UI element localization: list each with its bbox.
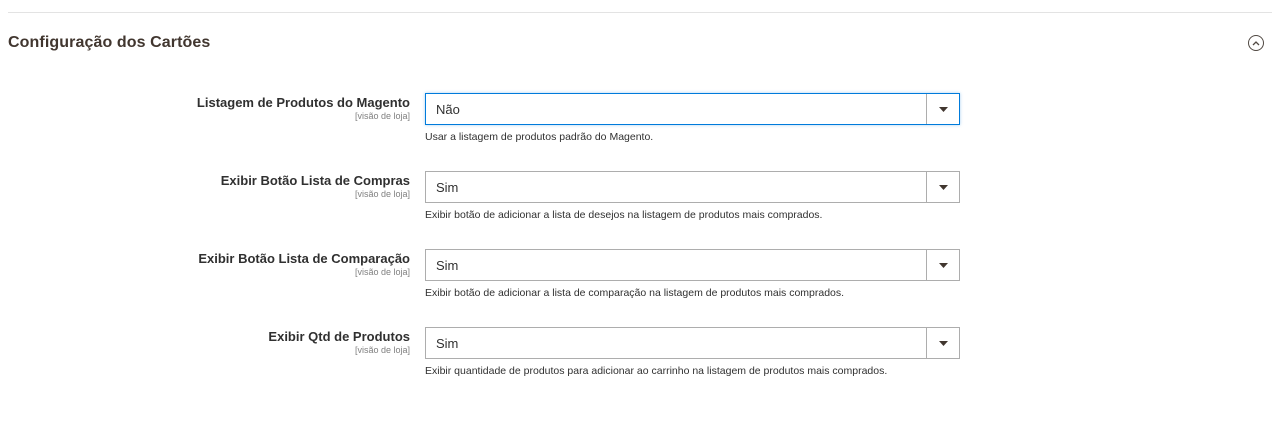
field-label-group: Listagem de Produtos do Magento [visão d…	[0, 95, 410, 122]
select-value: Sim	[436, 180, 459, 195]
botao-lista-compras-select[interactable]: Sim	[425, 171, 960, 203]
field-label: Exibir Botão Lista de Comparação	[198, 251, 410, 266]
listagem-produtos-select[interactable]: Não	[425, 93, 960, 125]
section-header[interactable]: Configuração dos Cartões	[8, 32, 1272, 58]
field-label-group: Exibir Botão Lista de Compras [visão de …	[0, 173, 410, 200]
select-value: Sim	[436, 258, 459, 273]
dropdown-arrow-icon[interactable]	[926, 172, 959, 202]
field-note: Exibir botão de adicionar a lista de des…	[425, 209, 823, 221]
select-value: Não	[436, 102, 460, 117]
field-scope: [visão de loja]	[354, 345, 410, 355]
section-title[interactable]: Configuração dos Cartões	[8, 34, 210, 52]
select-value: Sim	[436, 336, 459, 351]
botao-lista-comparacao-select[interactable]: Sim	[425, 249, 960, 281]
field-label: Exibir Qtd de Produtos	[268, 329, 410, 344]
section-divider	[8, 12, 1272, 13]
field-note: Exibir botão de adicionar a lista de com…	[425, 287, 845, 299]
dropdown-arrow-icon[interactable]	[926, 250, 959, 280]
field-note: Exibir quantidade de produtos para adici…	[425, 365, 888, 377]
qtd-produtos-select[interactable]: Sim	[425, 327, 960, 359]
chevron-up-circle-icon[interactable]	[1248, 35, 1264, 51]
field-label: Listagem de Produtos do Magento	[196, 95, 410, 110]
dropdown-arrow-icon[interactable]	[926, 328, 959, 358]
field-label-group: Exibir Qtd de Produtos [visão de loja]	[0, 329, 410, 356]
field-scope: [visão de loja]	[354, 189, 410, 199]
field-scope: [visão de loja]	[354, 267, 410, 277]
config-page: Configuração dos Cartões Listagem de Pro…	[0, 0, 1280, 430]
field-label: Exibir Botão Lista de Compras	[220, 173, 410, 188]
field-label-group: Exibir Botão Lista de Comparação [visão …	[0, 251, 410, 278]
dropdown-arrow-icon[interactable]	[926, 94, 959, 124]
field-scope: [visão de loja]	[354, 111, 410, 121]
field-note: Usar a listagem de produtos padrão do Ma…	[425, 131, 654, 143]
